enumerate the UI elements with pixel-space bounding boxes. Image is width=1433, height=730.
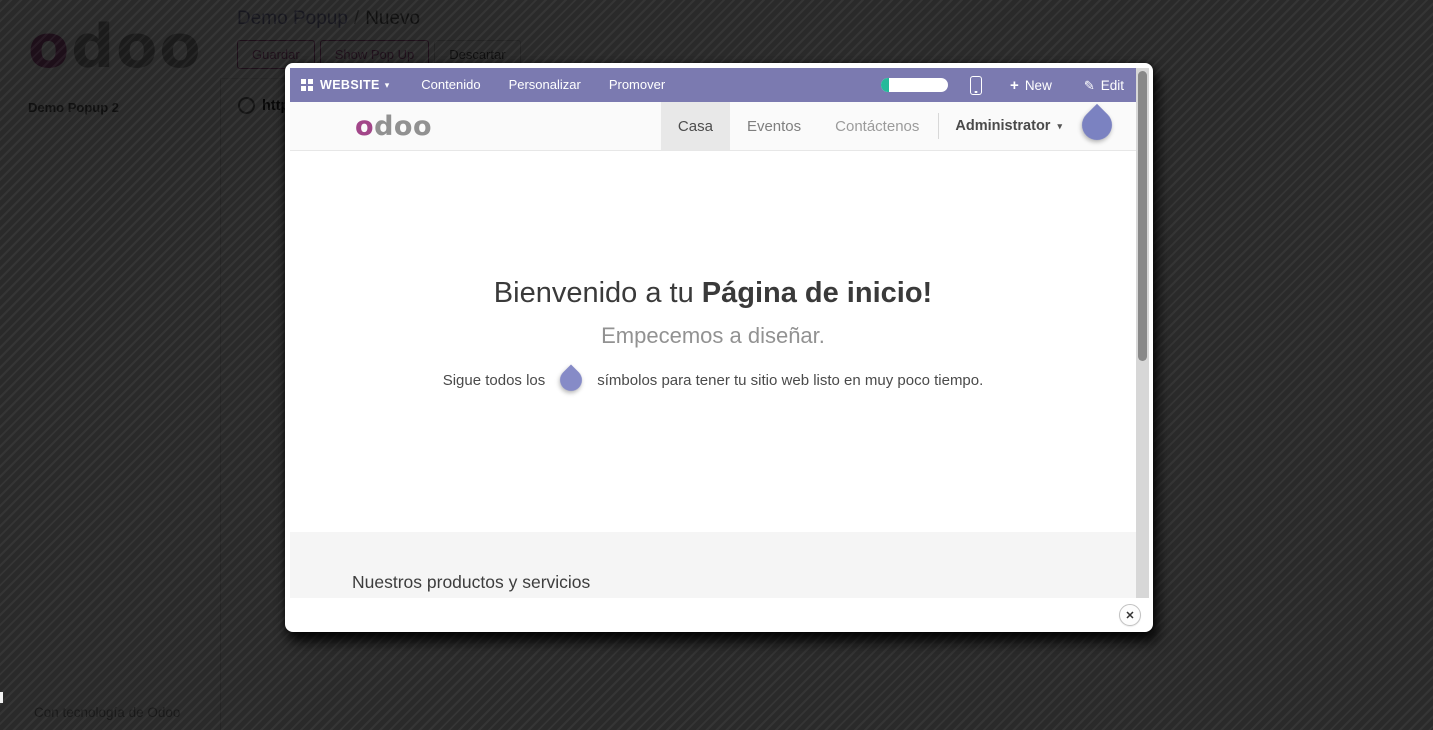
modal-scrollbar[interactable] [1136,68,1149,598]
hero-title-prefix: Bienvenido a tu [494,277,702,309]
user-menu[interactable]: Administrator ▾ [941,102,1076,150]
navbar-divider [938,113,939,139]
new-page-button[interactable]: + New [1010,78,1052,93]
hero-subtitle: Empecemos a diseñar. [290,323,1136,349]
navbar-spacer [432,102,661,150]
website-menu-dropdown[interactable]: WEBSITE ▾ [301,78,389,92]
website-viewport: WEBSITE ▾ Contenido Personalizar Promove… [290,68,1136,598]
logo-letters: doo [374,111,432,142]
website-preview-modal: WEBSITE ▾ Contenido Personalizar Promove… [285,63,1153,632]
hero-title-emphasis: Página de inicio [702,277,923,309]
page-edge-sliver [0,692,3,703]
tour-drop-indicator-icon[interactable] [1076,104,1118,146]
hint-text-after: símbolos para tener tu sitio web listo e… [597,372,983,389]
close-button[interactable]: ✕ [1119,604,1141,626]
hero-title-suffix: ! [923,277,933,309]
scrollbar-thumb[interactable] [1138,71,1147,361]
user-menu-label: Administrator [955,118,1050,134]
menu-item-content[interactable]: Contenido [407,68,494,102]
hint-text-before: Sigue todos los [443,372,546,389]
website-navbar: odoo Casa Eventos Contáctenos Administra… [290,102,1136,151]
tour-drop-icon[interactable] [556,364,587,395]
plus-icon: + [1010,78,1019,93]
website-menu-label: WEBSITE [320,78,380,92]
new-button-label: New [1025,78,1052,93]
chevron-down-icon: ▾ [385,81,390,90]
progress-fill [881,78,889,92]
nav-tab-home[interactable]: Casa [661,102,730,150]
mobile-preview-icon[interactable] [970,76,982,95]
edit-button[interactable]: ✎ Edit [1084,78,1124,93]
homepage-hero: Bienvenido a tu Página de inicio! Empece… [290,151,1136,532]
menu-item-customize[interactable]: Personalizar [495,68,595,102]
products-section: Nuestros productos y servicios [290,532,1136,598]
menu-item-promote[interactable]: Promover [595,68,679,102]
website-logo[interactable]: odoo [355,111,432,142]
editor-menu: Contenido Personalizar Promover [407,68,679,102]
nav-tab-contact[interactable]: Contáctenos [818,102,936,150]
products-section-heading: Nuestros productos y servicios [352,572,590,592]
loading-progress-bar [881,78,948,92]
edit-button-label: Edit [1101,78,1124,93]
hero-title: Bienvenido a tu Página de inicio! [290,151,1136,310]
apps-grid-icon [301,79,313,91]
logo-letter: o [355,111,374,142]
pencil-icon: ✎ [1084,79,1095,92]
chevron-down-icon: ▾ [1057,122,1062,131]
website-editor-toolbar: WEBSITE ▾ Contenido Personalizar Promove… [290,68,1136,102]
modal-footer: ✕ [290,598,1148,632]
hero-hint-row: Sigue todos los símbolos para tener tu s… [290,369,1136,391]
close-icon: ✕ [1125,609,1134,622]
nav-tab-events[interactable]: Eventos [730,102,818,150]
